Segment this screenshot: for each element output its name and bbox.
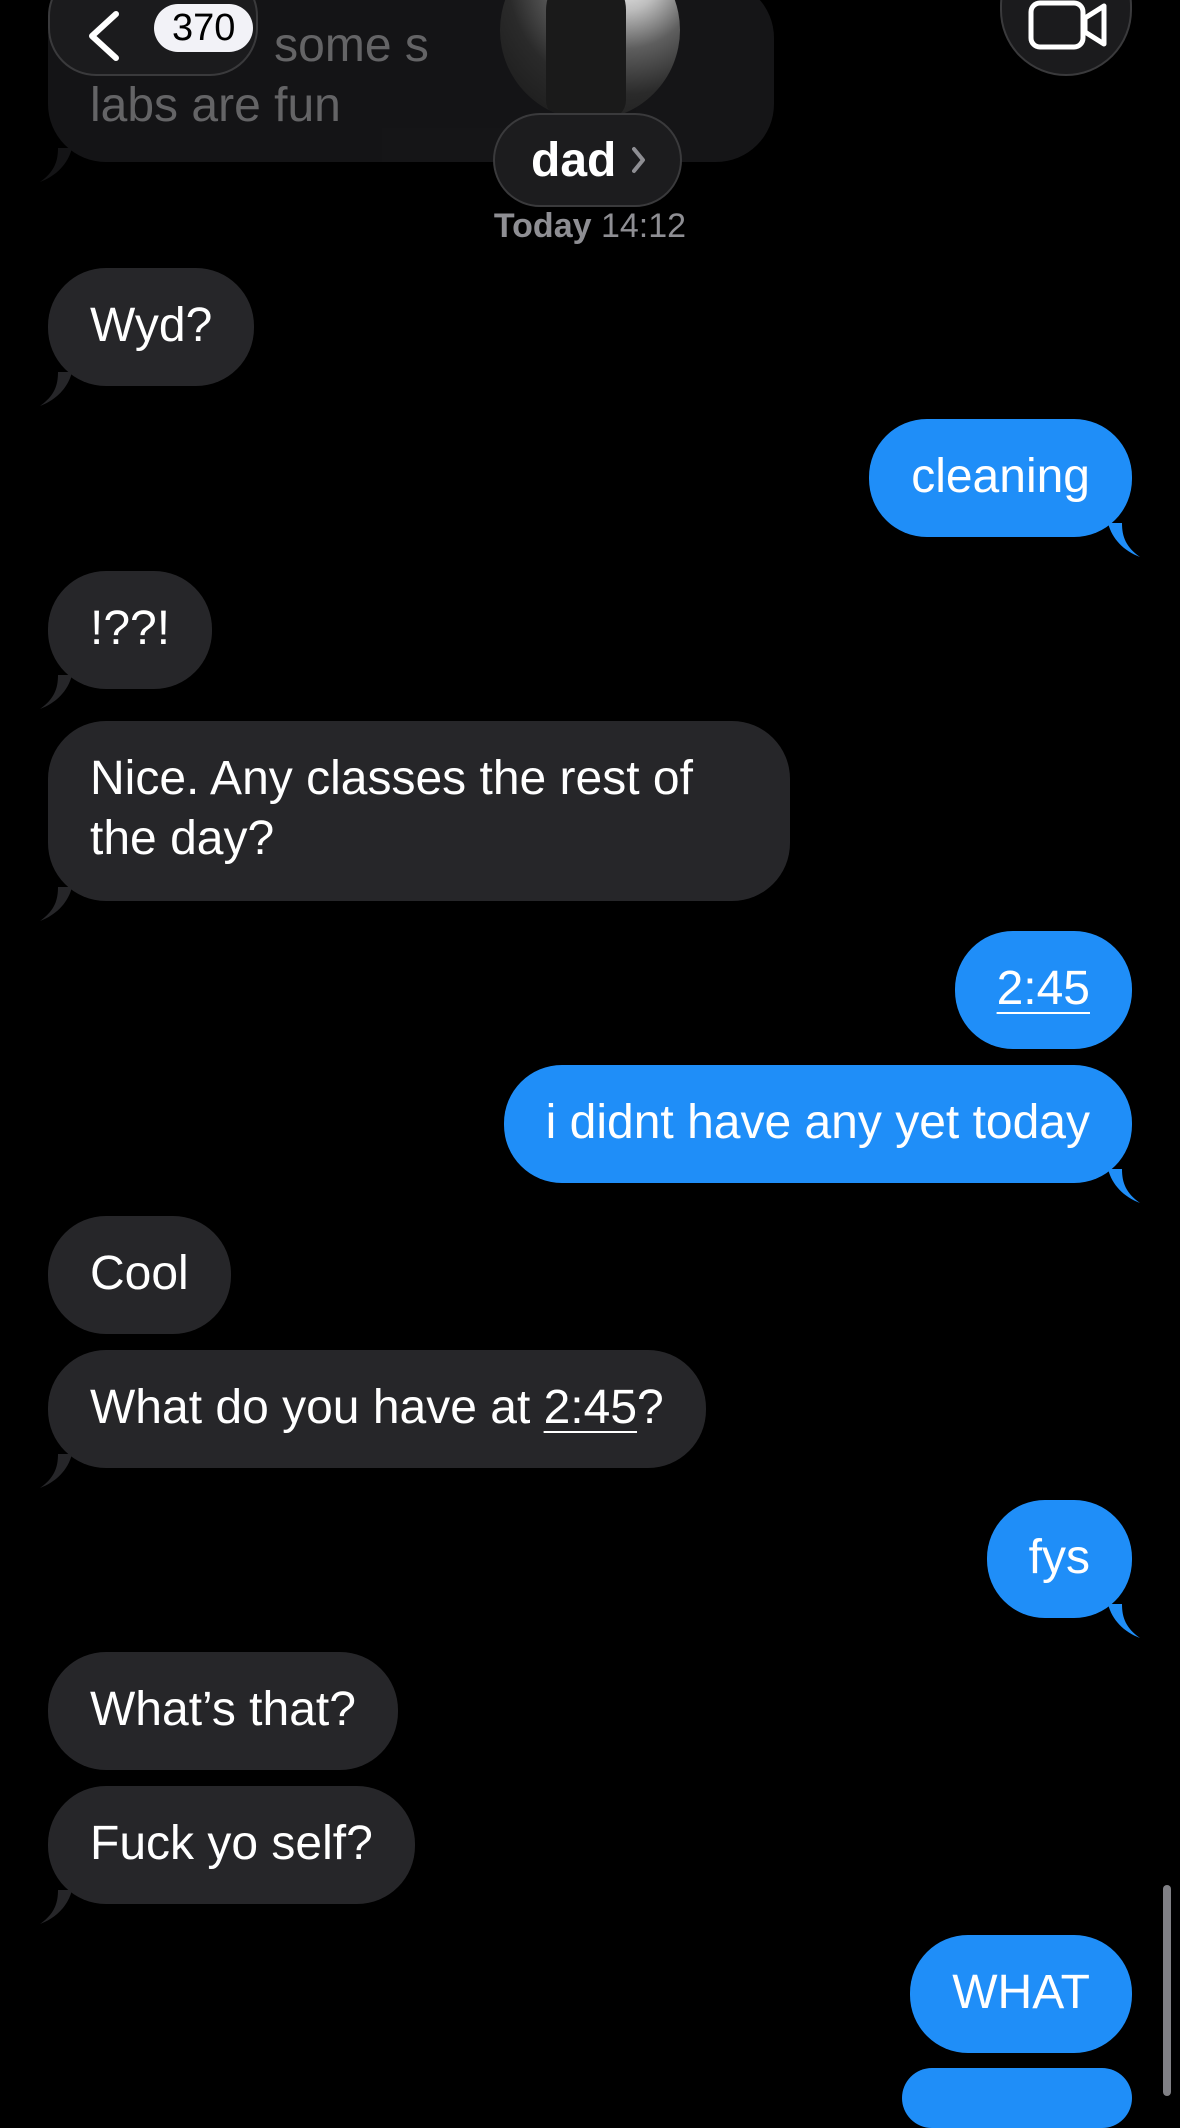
outgoing-message-bubble[interactable]: fys bbox=[986, 1500, 1140, 1638]
outgoing-message-bubble[interactable]: 2:45 bbox=[954, 931, 1132, 1049]
video-camera-icon bbox=[1028, 0, 1107, 50]
previous-message-line2: labs are fun bbox=[90, 79, 341, 132]
facetime-video-button[interactable] bbox=[1000, 0, 1132, 76]
contact-name-button[interactable]: dad bbox=[493, 113, 683, 207]
outgoing-message-bubble[interactable]: WHAT bbox=[910, 1935, 1132, 2053]
message-text: Cool bbox=[90, 1247, 189, 1300]
avatar-photo-figure bbox=[546, 0, 626, 120]
bubble-tail-icon bbox=[40, 372, 72, 406]
chevron-right-icon bbox=[632, 147, 646, 173]
message-text: WHAT bbox=[952, 1966, 1090, 2019]
bubble-tail-icon bbox=[1108, 1604, 1140, 1638]
bubble-tail-icon bbox=[1108, 523, 1140, 557]
incoming-message-bubble[interactable]: What’s that? bbox=[48, 1652, 398, 1770]
incoming-message-bubble[interactable]: Fuck yo self? bbox=[40, 1786, 415, 1924]
bubble-tail-icon bbox=[40, 148, 72, 182]
message-text: fys bbox=[1028, 1531, 1090, 1584]
outgoing-message-bubble[interactable]: cleaning bbox=[869, 419, 1140, 557]
outgoing-message-bubble-partial[interactable] bbox=[902, 2068, 1132, 2128]
message-text-after: ? bbox=[637, 1381, 664, 1434]
chevron-left-icon bbox=[89, 11, 119, 61]
conversation-timestamp: Today 14:12 bbox=[493, 207, 687, 245]
message-text: Wyd? bbox=[90, 299, 213, 352]
unread-count-badge: 370 bbox=[154, 4, 254, 52]
message-text: !??! bbox=[90, 602, 171, 655]
message-text: What’s that? bbox=[90, 1683, 356, 1736]
time-link[interactable]: 2:45 bbox=[997, 962, 1090, 1015]
time-link[interactable]: 2:45 bbox=[544, 1381, 637, 1434]
message-text: cleaning bbox=[911, 450, 1090, 503]
scroll-indicator[interactable] bbox=[1163, 1885, 1171, 2096]
message-text-before: What do you have at bbox=[90, 1381, 544, 1434]
message-text: i didnt have any yet today bbox=[545, 1096, 1090, 1149]
bubble-tail-icon bbox=[40, 1890, 72, 1924]
incoming-message-bubble[interactable]: Cool bbox=[48, 1216, 231, 1334]
bubble-tail-icon bbox=[40, 675, 72, 709]
message-text: Fuck yo self? bbox=[90, 1817, 373, 1870]
incoming-message-bubble[interactable]: What do you have at 2:45? bbox=[40, 1350, 706, 1488]
contact-name: dad bbox=[531, 133, 617, 187]
bubble-tail-icon bbox=[40, 1454, 72, 1488]
incoming-message-bubble[interactable]: !??! bbox=[40, 571, 213, 709]
back-button[interactable]: 370 bbox=[48, 0, 258, 76]
incoming-message-bubble[interactable]: Wyd? bbox=[40, 268, 255, 406]
bubble-tail-icon bbox=[40, 887, 72, 921]
message-text: Nice. Any classes the rest of the day? bbox=[90, 752, 693, 865]
outgoing-message-bubble[interactable]: i didnt have any yet today bbox=[503, 1065, 1140, 1203]
bubble-tail-icon bbox=[1108, 1169, 1140, 1203]
incoming-message-bubble[interactable]: Nice. Any classes the rest of the day? bbox=[40, 721, 790, 921]
